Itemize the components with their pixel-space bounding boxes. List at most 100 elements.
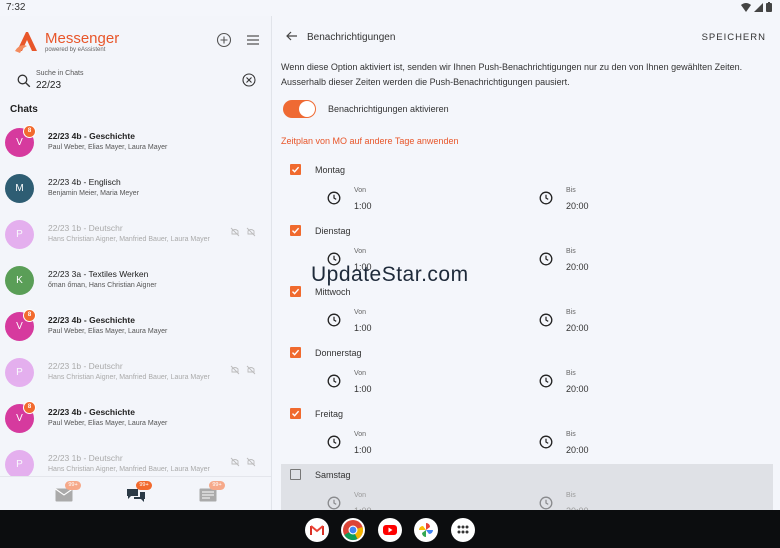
muted-sound-icon bbox=[246, 224, 256, 242]
avatar: M bbox=[5, 174, 34, 203]
bottom-navigation: 99+ 99+ 99+ bbox=[0, 476, 271, 510]
from-label: Von bbox=[354, 431, 367, 438]
chat-title: 22/23 1b - Deutschr bbox=[48, 453, 123, 463]
app-drawer-icon[interactable] bbox=[451, 518, 475, 542]
day-checkbox[interactable] bbox=[290, 469, 301, 480]
from-time-value[interactable]: 1:00 bbox=[354, 445, 372, 455]
battery-icon bbox=[766, 2, 772, 12]
to-time-value[interactable]: 20:00 bbox=[566, 323, 589, 333]
news-badge: 99+ bbox=[209, 481, 225, 490]
chat-members: Benjamin Meier, Maria Meyer bbox=[48, 190, 140, 197]
messenger-logo-icon bbox=[15, 32, 37, 53]
settings-description: Wenn diese Option aktiviert ist, senden … bbox=[281, 62, 743, 87]
day-name: Dienstag bbox=[315, 226, 351, 236]
nav-news[interactable]: 99+ bbox=[199, 481, 225, 503]
to-time-value[interactable]: 20:00 bbox=[566, 262, 589, 272]
chat-search[interactable]: Suche in Chats 22/23 bbox=[14, 68, 262, 96]
day-checkbox[interactable] bbox=[290, 225, 301, 236]
from-time-clock-icon[interactable] bbox=[327, 435, 341, 454]
nav-mail[interactable]: 99+ bbox=[55, 481, 81, 503]
clear-search-icon[interactable] bbox=[242, 73, 256, 87]
muted-sound-icon bbox=[246, 454, 256, 472]
day-name: Samstag bbox=[315, 470, 351, 480]
from-time-value[interactable]: 1:00 bbox=[354, 201, 372, 211]
to-time-clock-icon[interactable] bbox=[539, 191, 553, 210]
from-time-clock-icon[interactable] bbox=[327, 374, 341, 393]
toggle-knob bbox=[299, 101, 315, 117]
chat-members: Paul Weber, Elias Mayer, Laura Mayer bbox=[48, 328, 168, 335]
chat-members: Hans Christian Aigner, Manfried Bauer, L… bbox=[48, 236, 210, 243]
to-time-clock-icon[interactable] bbox=[539, 252, 553, 271]
chrome-icon[interactable] bbox=[341, 518, 365, 542]
chat-list-item[interactable]: V 8 22/23 4b - Geschichte Paul Weber, Elias… bbox=[0, 304, 271, 350]
to-time-clock-icon[interactable] bbox=[539, 496, 553, 510]
to-time-clock-icon[interactable] bbox=[539, 313, 553, 332]
from-time-clock-icon[interactable] bbox=[327, 191, 341, 210]
avatar: P bbox=[5, 220, 34, 249]
from-label: Von bbox=[354, 309, 367, 316]
taskbar bbox=[0, 510, 780, 548]
day-checkbox[interactable] bbox=[290, 347, 301, 358]
chat-members: Hans Christian Aigner, Manfried Bauer, L… bbox=[48, 466, 210, 473]
signal-icon bbox=[754, 2, 763, 12]
apply-schedule-link[interactable]: Zeitplan von MO auf andere Tage anwenden bbox=[281, 136, 458, 146]
avatar: P bbox=[5, 450, 34, 479]
gmail-icon[interactable] bbox=[305, 518, 329, 542]
muted-notifications-icon bbox=[230, 454, 240, 472]
muted-notifications-icon bbox=[230, 362, 240, 380]
muted-notifications-icon bbox=[230, 224, 240, 242]
chat-members: Paul Weber, Elias Mayer, Laura Mayer bbox=[48, 144, 168, 151]
mail-badge: 99+ bbox=[65, 481, 81, 490]
add-chat-icon[interactable] bbox=[216, 32, 232, 48]
search-label: Suche in Chats bbox=[36, 70, 84, 77]
to-label: Bis bbox=[566, 309, 576, 316]
mail-icon bbox=[55, 488, 73, 502]
day-schedule-row: Mittwoch Von 1:00 Bis 20:00 bbox=[281, 281, 773, 342]
to-time-value[interactable]: 20:00 bbox=[566, 445, 589, 455]
back-arrow-icon[interactable] bbox=[286, 31, 298, 41]
to-time-value[interactable]: 20:00 bbox=[566, 201, 589, 211]
chat-list-item[interactable]: K 22/23 3a - Textiles Werken őman őman, Ha… bbox=[0, 258, 271, 304]
from-time-value[interactable]: 1:00 bbox=[354, 323, 372, 333]
notifications-toggle[interactable] bbox=[283, 100, 316, 118]
chat-title: 22/23 1b - Deutschr bbox=[48, 223, 123, 233]
search-input[interactable]: 22/23 bbox=[36, 80, 61, 91]
muted-sound-icon bbox=[246, 362, 256, 380]
youtube-icon[interactable] bbox=[378, 518, 402, 542]
day-name: Donnerstag bbox=[315, 348, 362, 358]
photos-icon[interactable] bbox=[414, 518, 438, 542]
from-time-value[interactable]: 1:00 bbox=[354, 384, 372, 394]
save-button[interactable]: SPEICHERN bbox=[702, 32, 766, 43]
day-checkbox[interactable] bbox=[290, 164, 301, 175]
from-time-clock-icon[interactable] bbox=[327, 313, 341, 332]
unread-badge: 8 bbox=[23, 401, 36, 414]
notifications-toggle-row: Benachrichtigungen aktivieren bbox=[283, 100, 449, 118]
to-label: Bis bbox=[566, 187, 576, 194]
chat-list-item[interactable]: P 22/23 1b - Deutschr Hans Christian Aigne… bbox=[0, 350, 271, 396]
app-name: Messenger bbox=[45, 30, 120, 47]
menu-icon[interactable] bbox=[245, 32, 261, 48]
to-time-clock-icon[interactable] bbox=[539, 374, 553, 393]
chat-list-item[interactable]: P 22/23 1b - Deutschr Hans Christian Aigne… bbox=[0, 212, 271, 258]
to-time-value[interactable]: 20:00 bbox=[566, 384, 589, 394]
to-label: Bis bbox=[566, 431, 576, 438]
chat-list-item[interactable]: V 8 22/23 4b - Geschichte Paul Weber, Elias… bbox=[0, 396, 271, 442]
avatar: P bbox=[5, 358, 34, 387]
day-checkbox[interactable] bbox=[290, 408, 301, 419]
from-label: Von bbox=[354, 370, 367, 377]
chat-list-item[interactable]: M 22/23 4b - Englisch Benjamin Meier, Mari… bbox=[0, 166, 271, 212]
wifi-icon bbox=[741, 2, 751, 12]
to-time-clock-icon[interactable] bbox=[539, 435, 553, 454]
from-time-clock-icon[interactable] bbox=[327, 496, 341, 510]
search-icon bbox=[17, 74, 31, 88]
chat-title: 22/23 4b - Geschichte bbox=[48, 315, 135, 325]
system-icons bbox=[741, 2, 772, 12]
to-label: Bis bbox=[566, 248, 576, 255]
watermark: UpdateStar.com bbox=[311, 263, 469, 286]
nav-chats[interactable]: 99+ bbox=[126, 481, 152, 503]
to-label: Bis bbox=[566, 492, 576, 499]
day-checkbox[interactable] bbox=[290, 286, 301, 297]
chat-list-item[interactable]: V 8 22/23 4b - Geschichte Paul Weber, Elias… bbox=[0, 120, 271, 166]
chat-members: Paul Weber, Elias Mayer, Laura Mayer bbox=[48, 420, 168, 427]
from-label: Von bbox=[354, 492, 367, 499]
